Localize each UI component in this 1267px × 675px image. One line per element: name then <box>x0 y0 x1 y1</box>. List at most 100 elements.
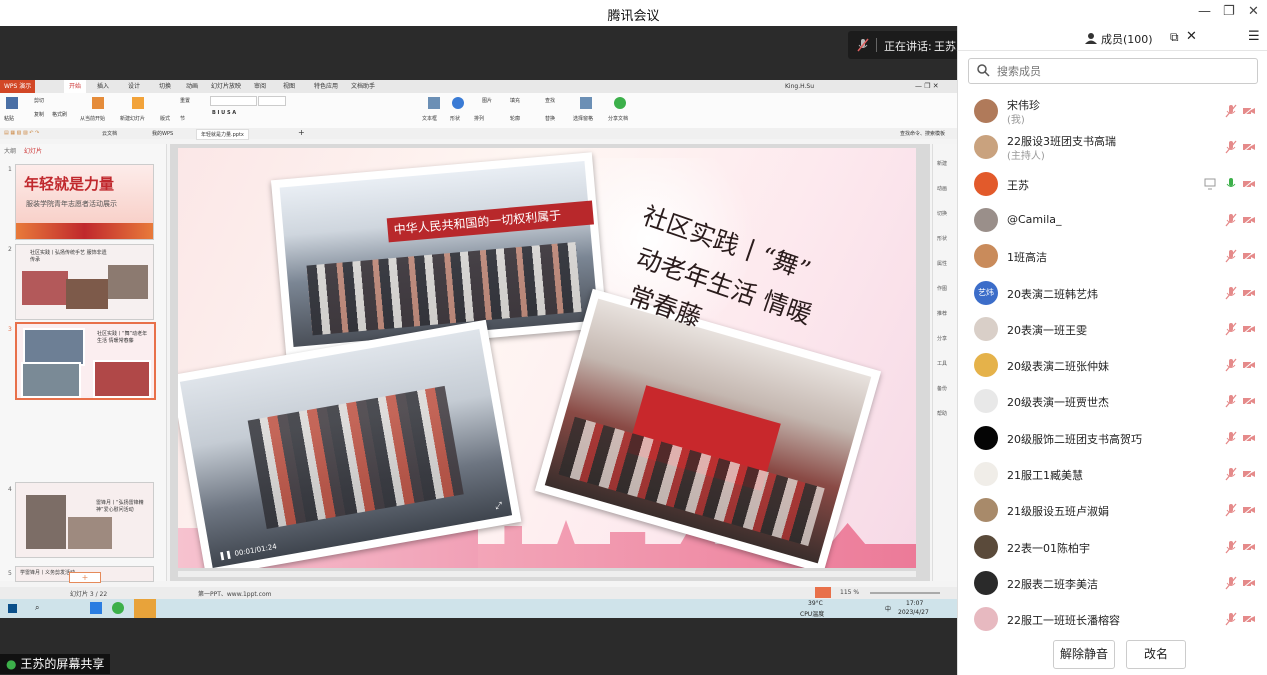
camera-off-icon[interactable] <box>1242 395 1256 407</box>
tool-draw[interactable]: 作图 <box>937 285 947 292</box>
tab-doc-assistant[interactable]: 文档助手 <box>351 80 375 93</box>
zoom-slider[interactable] <box>870 592 940 594</box>
restore-button[interactable]: ❐ <box>1223 4 1235 19</box>
user-name[interactable]: King.H.Su <box>785 80 814 93</box>
paste-button[interactable]: 粘贴 <box>4 115 14 122</box>
reset-button[interactable]: 重置 <box>180 97 190 104</box>
fill-button[interactable]: 填充 <box>510 97 520 104</box>
tool-help[interactable]: 帮助 <box>937 410 947 417</box>
tool-animation[interactable]: 动画 <box>937 185 947 192</box>
font-size-select[interactable] <box>258 96 286 106</box>
member-row[interactable]: 21级服设五班卢淑娟 <box>958 492 1267 528</box>
mic-muted-icon[interactable] <box>1224 431 1238 445</box>
minimize-button[interactable]: — <box>1198 4 1211 19</box>
camera-off-icon[interactable] <box>1242 214 1256 226</box>
camera-off-icon[interactable] <box>1242 105 1256 117</box>
camera-off-icon[interactable] <box>1242 178 1256 190</box>
slide-thumbnail-2[interactable]: 社区实践丨弘扬传统手艺 服饰非遗传承 <box>15 244 154 320</box>
member-row[interactable]: 20级服饰二班团支书高贺巧 <box>958 420 1267 456</box>
slide-thumbnail-3[interactable]: 社区实践丨“舞”动老年生活 情暖常春藤 <box>15 322 156 400</box>
new-slide-icon[interactable] <box>132 97 144 109</box>
camera-off-icon[interactable] <box>1242 323 1256 335</box>
rename-button[interactable]: 改名 <box>1126 640 1186 669</box>
selection-pane-icon[interactable] <box>580 97 592 109</box>
tool-transition[interactable]: 切换 <box>937 210 947 217</box>
camera-off-icon[interactable] <box>1242 541 1256 553</box>
member-row[interactable]: 1班高洁 <box>958 238 1267 274</box>
slide-thumbnail-1[interactable]: 年轻就是力量 服装学院青年志愿者活动展示 <box>15 164 154 240</box>
member-row[interactable]: 20级表演二班张仲妹 <box>958 347 1267 383</box>
doc-tab-active[interactable]: 年轻就是力量.pptx <box>196 129 249 140</box>
picture-button[interactable]: 图片 <box>482 97 492 104</box>
outline-button[interactable]: 轮廓 <box>510 115 520 122</box>
tab-animation[interactable]: 动画 <box>186 80 198 93</box>
cut-button[interactable]: 剪切 <box>34 97 44 104</box>
close-button[interactable]: ✕ <box>1248 4 1259 19</box>
tab-features[interactable]: 特色应用 <box>314 80 338 93</box>
camera-off-icon[interactable] <box>1242 613 1256 625</box>
tool-properties[interactable]: 属性 <box>937 260 947 267</box>
play-slideshow-button[interactable] <box>815 587 831 598</box>
camera-off-icon[interactable] <box>1242 504 1256 516</box>
ime-indicator[interactable]: 中 <box>885 604 891 613</box>
mic-muted-icon[interactable] <box>1224 576 1238 590</box>
wps-window-controls[interactable]: — ❐ ✕ <box>915 80 939 93</box>
outline-tab[interactable]: 大纲 <box>4 146 16 155</box>
member-search-box[interactable] <box>968 58 1258 84</box>
share-doc-icon[interactable] <box>614 97 626 109</box>
unmute-button[interactable]: 解除静音 <box>1053 640 1115 669</box>
doc-tab-mywps[interactable]: 我的WPS <box>152 130 173 137</box>
text-format-buttons[interactable]: B I U S A <box>212 110 236 116</box>
search-icon[interactable]: ⌕ <box>35 603 39 613</box>
taskbar-wps-icon[interactable] <box>134 599 156 618</box>
pause-icon[interactable]: ❚❚ <box>218 549 233 560</box>
tab-slideshow[interactable]: 幻灯片放映 <box>211 80 241 93</box>
new-tab-button[interactable]: + <box>298 128 305 137</box>
copy-button[interactable]: 复制 <box>34 111 44 118</box>
camera-off-icon[interactable] <box>1242 141 1256 153</box>
member-row[interactable]: 艺炜 20表演二班韩艺炜 <box>958 275 1267 311</box>
tool-tools[interactable]: 工具 <box>937 360 947 367</box>
find-button[interactable]: 查找 <box>545 97 555 104</box>
slide-photo-3[interactable] <box>534 288 882 568</box>
new-slide-button[interactable]: 新建幻灯片 <box>120 115 145 122</box>
mic-muted-icon[interactable] <box>1224 140 1238 154</box>
command-search[interactable]: 查找命令、搜索模板 <box>900 130 945 137</box>
tool-recommend[interactable]: 推荐 <box>937 310 947 317</box>
camera-off-icon[interactable] <box>1242 250 1256 262</box>
member-row[interactable]: @Camila_ <box>958 202 1267 238</box>
mic-muted-icon[interactable] <box>1224 394 1238 408</box>
mic-muted-icon[interactable] <box>1224 467 1238 481</box>
font-name-select[interactable] <box>210 96 257 106</box>
share-doc-button[interactable]: 分享文档 <box>608 115 628 122</box>
doc-tab-cloud[interactable]: 云文档 <box>102 130 117 137</box>
selection-pane-button[interactable]: 选择窗格 <box>573 115 593 122</box>
mic-muted-icon[interactable] <box>1224 249 1238 263</box>
tab-members[interactable]: 成员(100) <box>1101 31 1153 47</box>
mic-muted-icon[interactable] <box>1224 358 1238 372</box>
member-row[interactable]: 22表一01陈柏宇 <box>958 529 1267 565</box>
tool-shape[interactable]: 形状 <box>937 235 947 242</box>
add-slide-button[interactable]: + <box>69 572 101 583</box>
mic-muted-icon[interactable] <box>1224 612 1238 626</box>
textbox-button[interactable]: 文本框 <box>422 115 437 122</box>
tab-transition[interactable]: 切换 <box>159 80 171 93</box>
replace-button[interactable]: 替换 <box>545 115 555 122</box>
taskbar-app-icon[interactable] <box>112 602 124 614</box>
member-row[interactable]: 22服设3班团支书高瑞 (主持人) <box>958 129 1267 165</box>
tool-backup[interactable]: 备份 <box>937 385 947 392</box>
search-input[interactable] <box>995 62 1249 80</box>
mic-muted-icon[interactable] <box>1224 540 1238 554</box>
shape-icon[interactable] <box>452 97 464 109</box>
slide-thumbnail-4[interactable]: 雷锋月丨“弘扬雷锋精神”爱心慰问活动 <box>15 482 154 558</box>
tab-view[interactable]: 视图 <box>283 80 295 93</box>
slides-tab[interactable]: 幻灯片 <box>24 146 42 155</box>
tab-start[interactable]: 开始 <box>64 80 87 94</box>
camera-off-icon[interactable] <box>1242 359 1256 371</box>
camera-off-icon[interactable] <box>1242 287 1256 299</box>
layout-button[interactable]: 版式 <box>160 115 170 122</box>
section-button[interactable]: 节 <box>180 115 185 122</box>
slide-photo-1[interactable]: 中华人民共和国的一切权利属于 <box>270 152 608 356</box>
popout-icon[interactable]: ⧉ <box>1170 30 1179 45</box>
mic-muted-icon[interactable] <box>1224 213 1238 227</box>
